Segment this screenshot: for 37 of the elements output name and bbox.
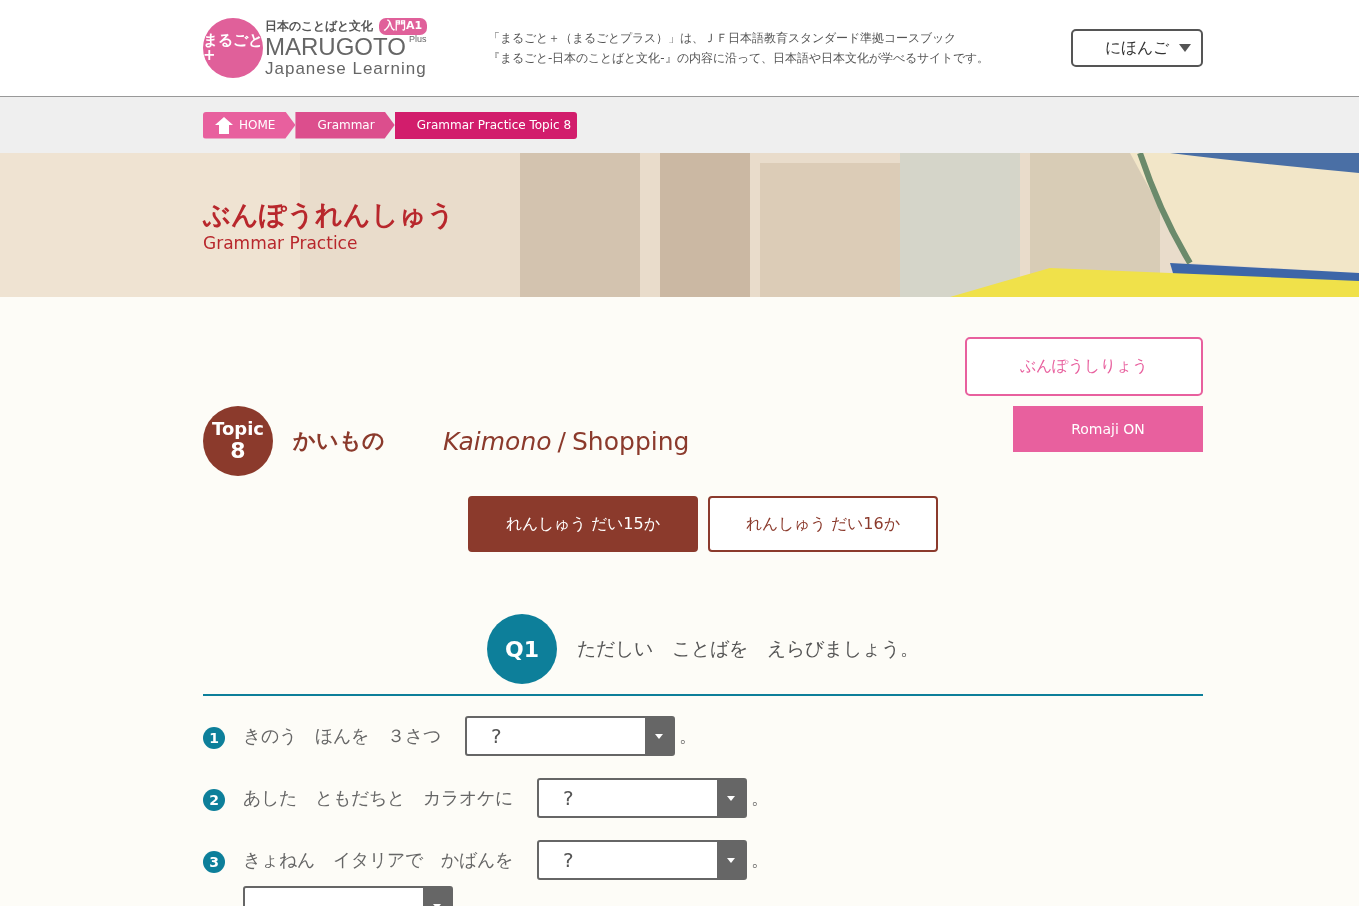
- level-badge: 入門A1: [379, 17, 428, 35]
- caret-icon: [727, 795, 735, 801]
- breadcrumb-link[interactable]: Grammar: [295, 111, 395, 139]
- item-number: 3: [203, 851, 225, 873]
- site-description: 『まるごと-日本のことばと文化-』の内容に沿って、日本語や日本文化が学べるサイトです。: [488, 50, 990, 67]
- language-select[interactable]: にほんご: [1071, 29, 1203, 67]
- topic-subtitle: Kaimono / Shopping: [443, 426, 690, 456]
- logo-name: MARUGOTO: [265, 34, 406, 59]
- item-number: 2: [203, 789, 225, 811]
- answer-select[interactable]: ?: [537, 778, 747, 818]
- sentence-text: あした ともだちと カラオケに: [243, 786, 513, 810]
- question-instruction: ただしい ことばを えらびましょう。: [577, 636, 919, 661]
- banner-title: ぶんぽうれんしゅう: [203, 198, 456, 232]
- home-icon: [215, 116, 233, 134]
- logo-plus: Plus: [408, 34, 427, 46]
- sentence-end: 。: [751, 786, 769, 810]
- answer-select[interactable]: ?: [537, 840, 747, 880]
- sentence-end: 。: [679, 724, 697, 748]
- logo-subtitle: Japanese Learning: [265, 58, 428, 79]
- topic-title: かいもの: [293, 427, 386, 455]
- site-description: 「まるごと＋（まるごとプラス）」は、ＪＦ日本語教育スタンダード準拠コースブック: [488, 30, 957, 47]
- item-number: 1: [203, 727, 225, 749]
- caret-icon: [1179, 44, 1191, 52]
- topic-badge: Topic 8: [203, 406, 273, 476]
- logo-tagline: 日本のことばと文化: [265, 17, 373, 35]
- caret-icon: [727, 857, 735, 863]
- banner-subtitle: Grammar Practice: [203, 233, 359, 253]
- caret-icon: [655, 733, 663, 739]
- breadcrumb-link[interactable]: Grammar Practice Topic 8: [394, 111, 578, 139]
- sentence-text: きのう ほんを ３さつ: [243, 724, 441, 748]
- answer-select[interactable]: ?: [465, 716, 675, 756]
- sentence-text: きょねん イタリアで かばんを: [243, 848, 513, 872]
- logo-mark: まるごと+: [203, 18, 263, 78]
- question-badge: Q1: [487, 614, 557, 684]
- lesson-tab[interactable]: れんしゅう だい15か: [468, 496, 698, 552]
- lesson-tab[interactable]: れんしゅう だい16か: [708, 496, 938, 552]
- sentence-end: 。: [751, 848, 769, 872]
